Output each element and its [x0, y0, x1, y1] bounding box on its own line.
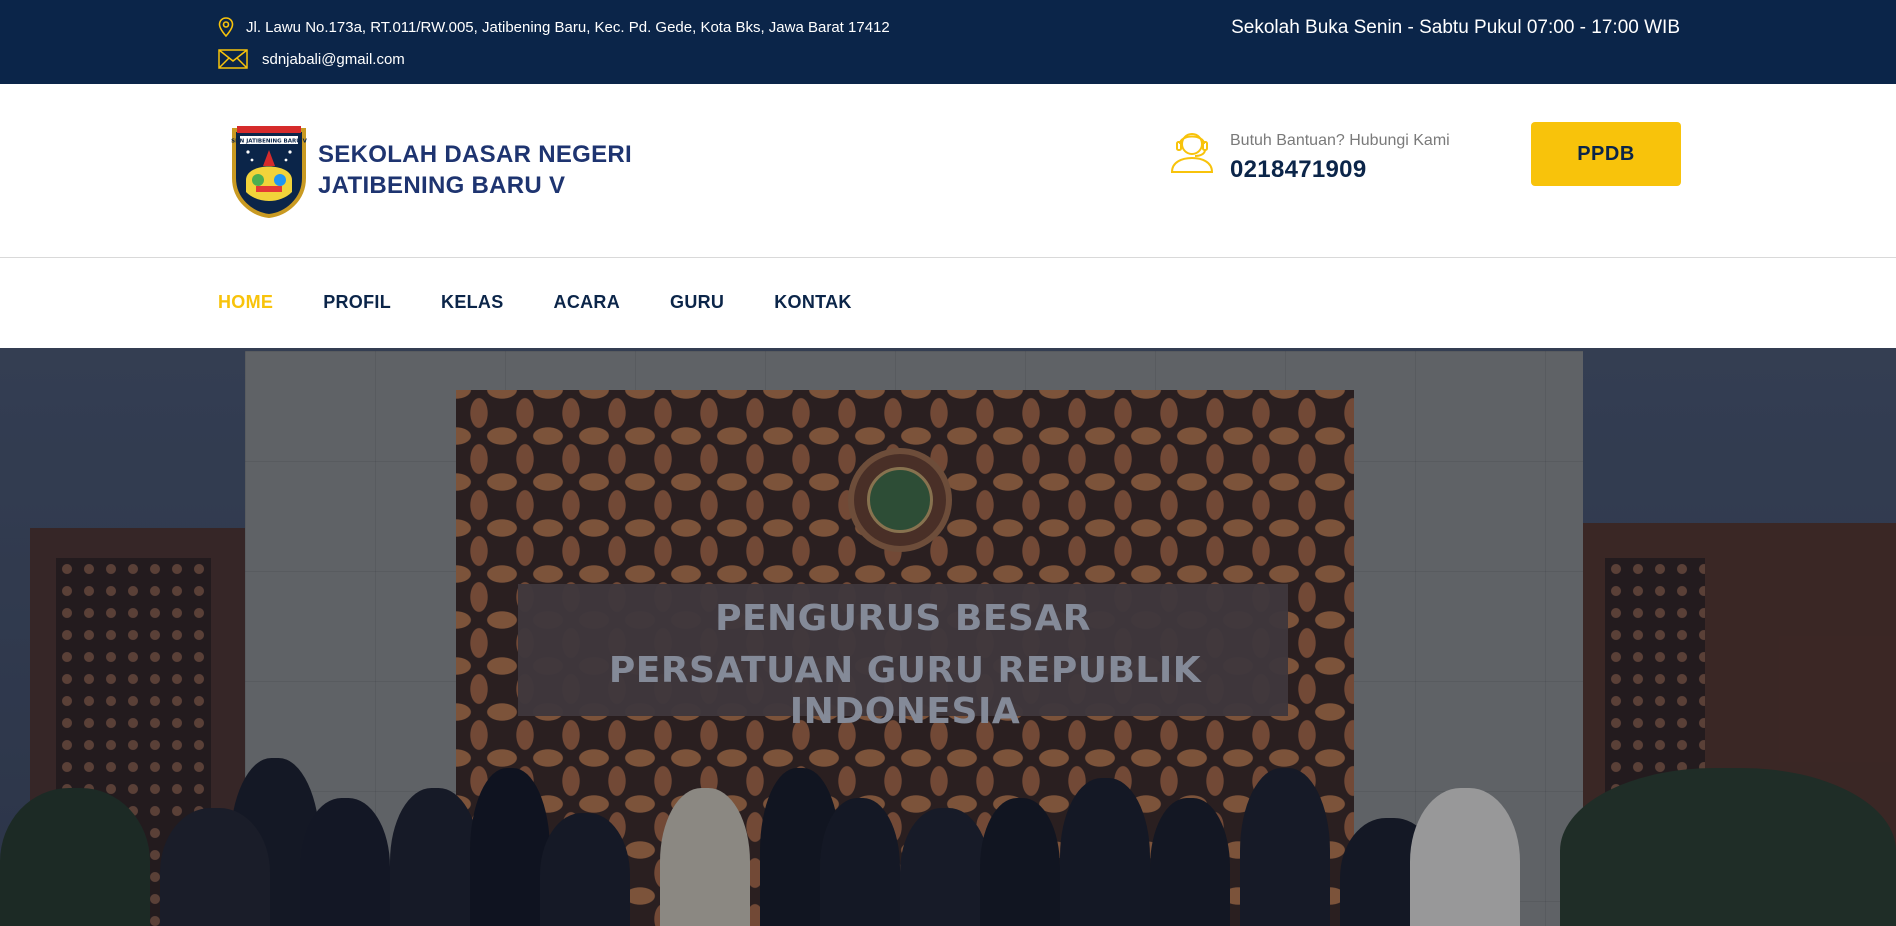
help-phone[interactable]: 0218471909 [1230, 156, 1450, 184]
school-emblem-icon: SDN JATIBENING BARU V [231, 126, 308, 218]
map-pin-icon [218, 16, 246, 38]
nav-item-home[interactable]: HOME [218, 292, 273, 313]
opening-hours: Sekolah Buka Senin - Sabtu Pukul 07:00 -… [1231, 17, 1680, 38]
help-contact: Butuh Bantuan? Hubungi Kami 0218471909 [1168, 126, 1450, 184]
nav-item-kelas[interactable]: KELAS [441, 292, 504, 313]
nav-item-guru[interactable]: GURU [670, 292, 724, 313]
school-name: SEKOLAH DASAR NEGERI JATIBENING BARU V [318, 139, 632, 201]
ppdb-button[interactable]: PPDB [1531, 122, 1681, 186]
nav-item-profil[interactable]: PROFIL [323, 292, 391, 313]
svg-text:SDN JATIBENING BARU V: SDN JATIBENING BARU V [231, 139, 307, 145]
school-name-line2: JATIBENING BARU V [318, 172, 566, 199]
site-header: SDN JATIBENING BARU V SEKOLAH DASAR NEGE… [0, 84, 1896, 258]
school-name-line1: SEKOLAH DASAR NEGERI [318, 141, 633, 168]
envelope-icon [218, 48, 250, 70]
hero-banner: PENGURUS BESAR PERSATUAN GURU REPUBLIK I… [0, 348, 1896, 926]
email-link[interactable]: sdnjabali@gmail.com [262, 51, 405, 68]
address-row: Jl. Lawu No.173a, RT.011/RW.005, Jatiben… [218, 16, 890, 38]
help-label: Butuh Bantuan? Hubungi Kami [1230, 132, 1450, 149]
headset-icon [1170, 133, 1214, 173]
hero-overlay [0, 348, 1896, 926]
nav-item-acara[interactable]: ACARA [554, 292, 621, 313]
top-info-bar: Jl. Lawu No.173a, RT.011/RW.005, Jatiben… [0, 0, 1896, 84]
address-text: Jl. Lawu No.173a, RT.011/RW.005, Jatiben… [246, 18, 890, 36]
nav-item-kontak[interactable]: KONTAK [774, 292, 851, 313]
main-navigation: HOME PROFIL KELAS ACARA GURU KONTAK [0, 259, 1896, 348]
site-logo[interactable]: SDN JATIBENING BARU V SEKOLAH DASAR NEGE… [228, 122, 632, 218]
email-row[interactable]: sdnjabali@gmail.com [218, 48, 405, 70]
